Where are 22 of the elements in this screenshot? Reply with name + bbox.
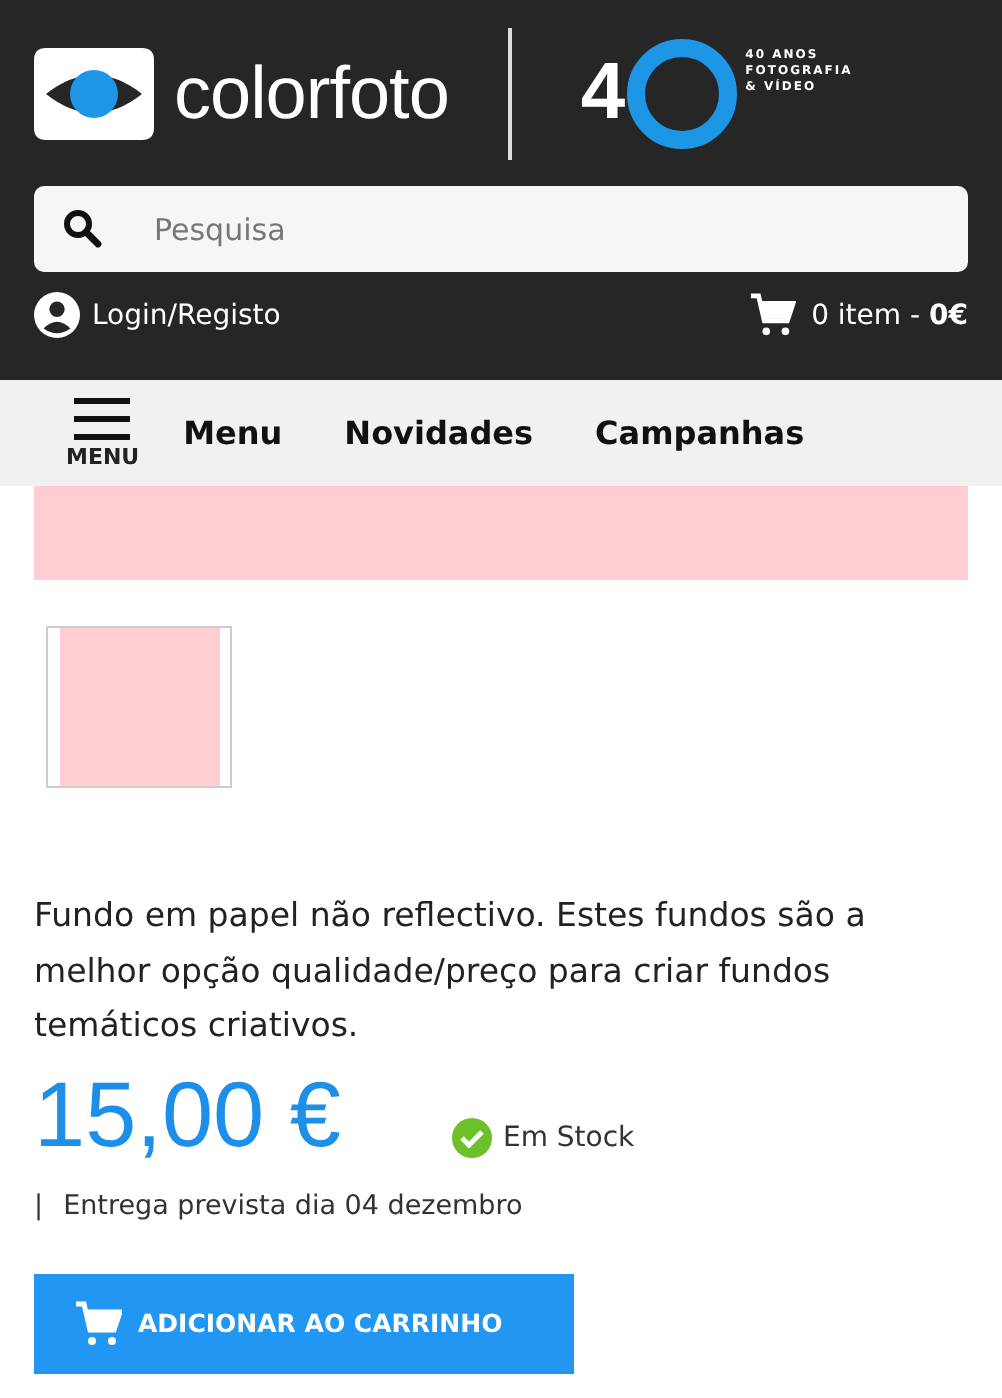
ring-icon	[625, 37, 738, 149]
separator: |	[34, 1189, 44, 1221]
cart-summary[interactable]: 0 item - 0€	[747, 292, 968, 338]
nav-link[interactable]: Menu	[183, 414, 283, 452]
cart-icon	[74, 1299, 122, 1347]
anniversary-digit: 4	[580, 48, 626, 138]
nav-link[interactable]: Campanhas	[595, 414, 805, 452]
product-description: Fundo em papel não reflectivo. Estes fundos são a melhor opção qualidade/preço para criar fundos temáticos criativos.	[34, 894, 868, 1048]
login-link[interactable]: Login/Registo	[34, 292, 281, 338]
cart-icon	[747, 292, 796, 338]
logo-text: colorfoto	[174, 51, 449, 135]
nav-link[interactable]: Novidades	[344, 414, 534, 452]
stock-status: Em Stock	[502, 1121, 635, 1153]
thumbnail[interactable]	[46, 626, 232, 788]
menu-button[interactable]: MENU	[66, 396, 140, 470]
price: 15,00 €	[34, 1061, 341, 1165]
delivery-estimate: Entrega prevista dia 04 dezembro	[63, 1189, 523, 1221]
user-icon	[34, 292, 80, 338]
search-field[interactable]: Pesquisa	[34, 186, 968, 272]
eye-logo-icon	[34, 47, 154, 139]
menu-icon	[74, 396, 131, 444]
search-icon	[62, 208, 102, 248]
